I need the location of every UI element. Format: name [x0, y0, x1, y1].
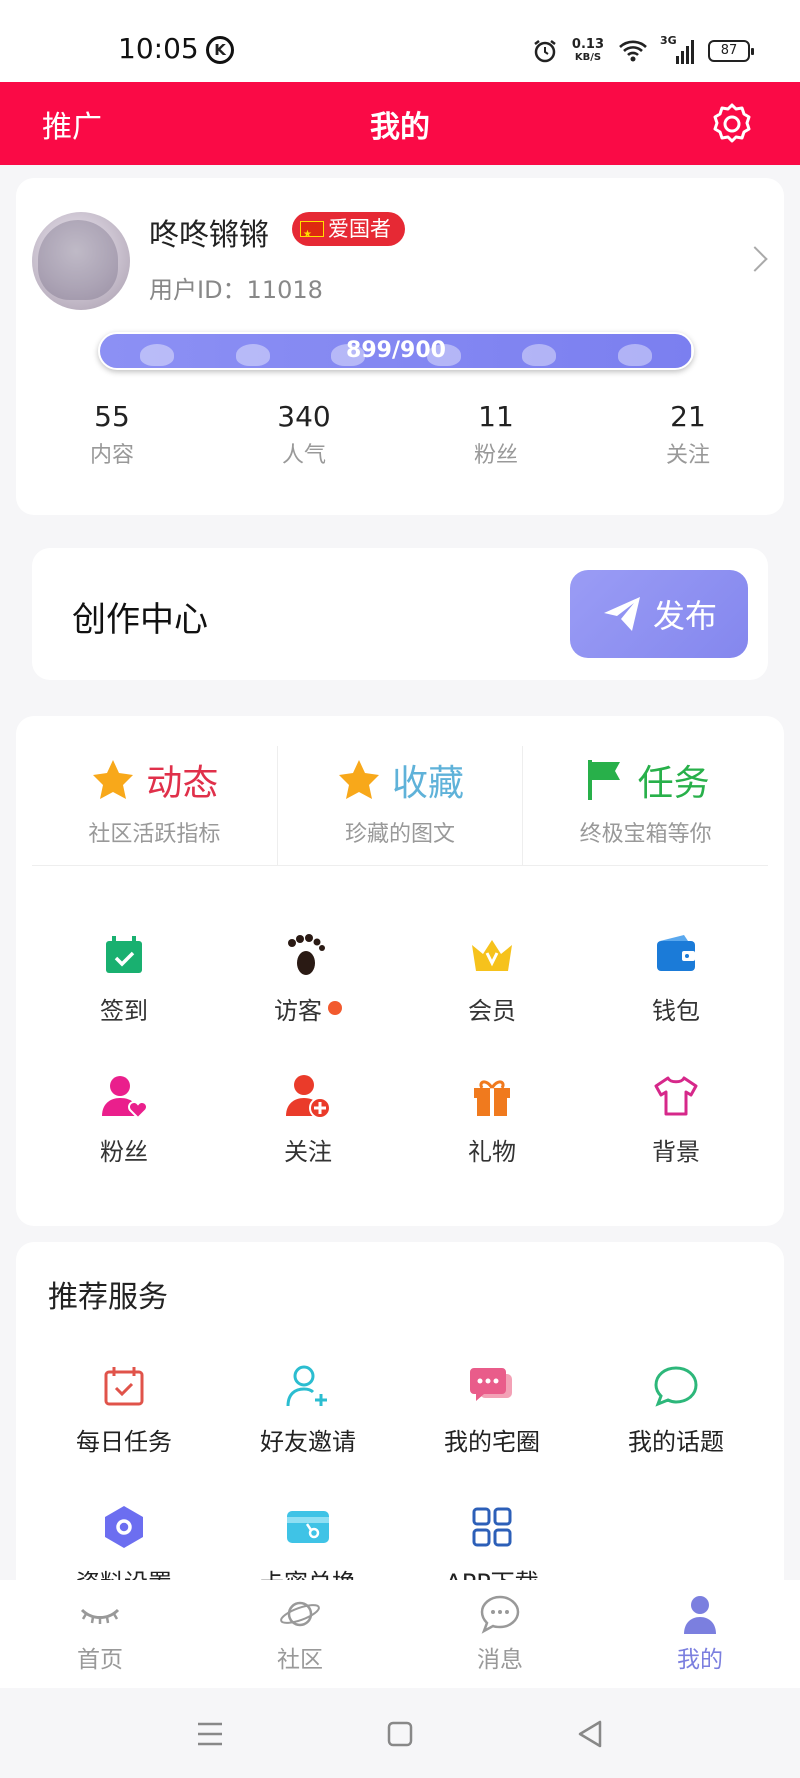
service-grid: 每日任务 好友邀请 我的宅圈 我的话题 资料设置 卡密兑换 APP下载 [32, 1362, 768, 1598]
gift-icon [474, 1080, 510, 1116]
services-title: 推荐服务 [48, 1280, 168, 1315]
creation-center-title: 创作中心 [72, 600, 208, 640]
system-nav-bar [0, 1688, 800, 1778]
level-progress-bar: 899/900 [98, 332, 694, 370]
invite-icon [286, 1365, 327, 1407]
my-topics-button[interactable]: 我的话题 [584, 1362, 768, 1457]
username: 咚咚锵锵 [149, 218, 269, 253]
fans-button[interactable]: 粉丝 [32, 1072, 216, 1167]
menu-icon[interactable] [190, 1714, 230, 1754]
calendar-check-icon [106, 936, 142, 973]
chat-bubbles-icon [470, 1368, 512, 1401]
app-header: 推广 我的 [0, 82, 800, 165]
stat-popularity[interactable]: 340 人气 [208, 400, 400, 469]
stats-row: 55 内容 340 人气 11 粉丝 21 关注 [16, 400, 784, 469]
planet-icon [280, 1601, 320, 1627]
hexagon-icon [105, 1506, 143, 1548]
visitors-button[interactable]: 访客 [216, 931, 400, 1026]
signal-icon: 3G [660, 34, 694, 64]
publish-button[interactable]: 发布 [570, 570, 748, 658]
avatar[interactable] [32, 212, 130, 310]
profile-card[interactable]: 咚咚锵锵 爱国者 用户ID：11018 899/900 55内容 340人气 1… [16, 178, 784, 515]
follow-button[interactable]: 关注 [216, 1072, 400, 1167]
star-icon [339, 760, 379, 799]
tab-tasks[interactable]: 任务 终极宝箱等你 [523, 746, 768, 865]
battery-indicator: 87 [708, 40, 754, 62]
stat-content[interactable]: 55 内容 [16, 400, 208, 469]
network-speed: 0.13 KB/S [571, 37, 604, 63]
user-plus-icon [286, 1075, 331, 1119]
nav-messages[interactable]: 消息 [400, 1580, 600, 1688]
alarm-icon [534, 40, 556, 63]
calendar-icon [104, 1367, 144, 1406]
gift-button[interactable]: 礼物 [400, 1072, 584, 1167]
patriot-badge: 爱国者 [292, 212, 405, 252]
my-circle-button[interactable]: 我的宅圈 [400, 1362, 584, 1457]
back-triangle-icon[interactable] [570, 1714, 610, 1754]
user-heart-icon [102, 1076, 148, 1120]
eye-lashes-icon [80, 1608, 120, 1624]
nav-community[interactable]: 社区 [200, 1580, 400, 1688]
creation-center-card: 创作中心 发布 [32, 548, 768, 680]
status-bar: 10:05 K 0.13 KB/S 3G 87 [0, 0, 800, 82]
notification-dot [328, 1001, 342, 1015]
tab-activity[interactable]: 动态 社区活跃指标 [32, 746, 278, 865]
nav-home[interactable]: 首页 [0, 1580, 200, 1688]
checkin-button[interactable]: 签到 [32, 931, 216, 1026]
user-id: 用户ID：11018 [149, 276, 323, 304]
nav-mine[interactable]: 我的 [600, 1580, 800, 1688]
card-icon [287, 1511, 329, 1543]
flag-icon [587, 760, 620, 800]
crown-icon [472, 940, 512, 971]
background-button[interactable]: 背景 [584, 1072, 768, 1167]
tab-favorites[interactable]: 收藏 珍藏的图文 [278, 746, 524, 865]
top-tabs: 动态 社区活跃指标 收藏 珍藏的图文 任务 终极宝箱等你 [32, 746, 768, 866]
k-app-icon: K [206, 36, 234, 64]
home-square-icon[interactable] [380, 1714, 420, 1754]
invite-friends-button[interactable]: 好友邀请 [216, 1362, 400, 1457]
page-title: 我的 [370, 110, 430, 145]
paper-plane-icon [603, 597, 640, 631]
wifi-icon [619, 40, 647, 62]
chevron-right-icon[interactable] [742, 246, 768, 272]
status-time: 10:05 [118, 32, 199, 65]
wallet-icon [657, 935, 695, 971]
badge-label: 爱国者 [328, 217, 391, 241]
bottom-nav: 首页 社区 消息 我的 [0, 1580, 800, 1688]
status-indicators: 0.13 KB/S 3G 87 [532, 34, 754, 68]
feature-grid: 签到 访客 会员 钱包 粉丝 关注 礼物 背景 [32, 931, 768, 1167]
china-flag-icon [300, 218, 324, 252]
membership-button[interactable]: 会员 [400, 931, 584, 1026]
speech-bubble-icon [654, 1366, 698, 1407]
level-text: 899/900 [346, 338, 446, 363]
footprints-icon [288, 934, 325, 975]
gear-icon[interactable] [708, 100, 756, 148]
feature-card: 动态 社区活跃指标 收藏 珍藏的图文 任务 终极宝箱等你 签到 访客 会员 钱包… [16, 716, 784, 1226]
stat-following[interactable]: 21 关注 [592, 400, 784, 469]
person-icon [684, 1596, 716, 1634]
daily-task-button[interactable]: 每日任务 [32, 1362, 216, 1457]
wallet-button[interactable]: 钱包 [584, 931, 768, 1026]
message-icon [480, 1595, 520, 1634]
star-icon [93, 760, 134, 799]
grid-icon [472, 1507, 512, 1547]
tshirt-icon [654, 1076, 698, 1116]
stat-fans[interactable]: 11 粉丝 [400, 400, 592, 469]
